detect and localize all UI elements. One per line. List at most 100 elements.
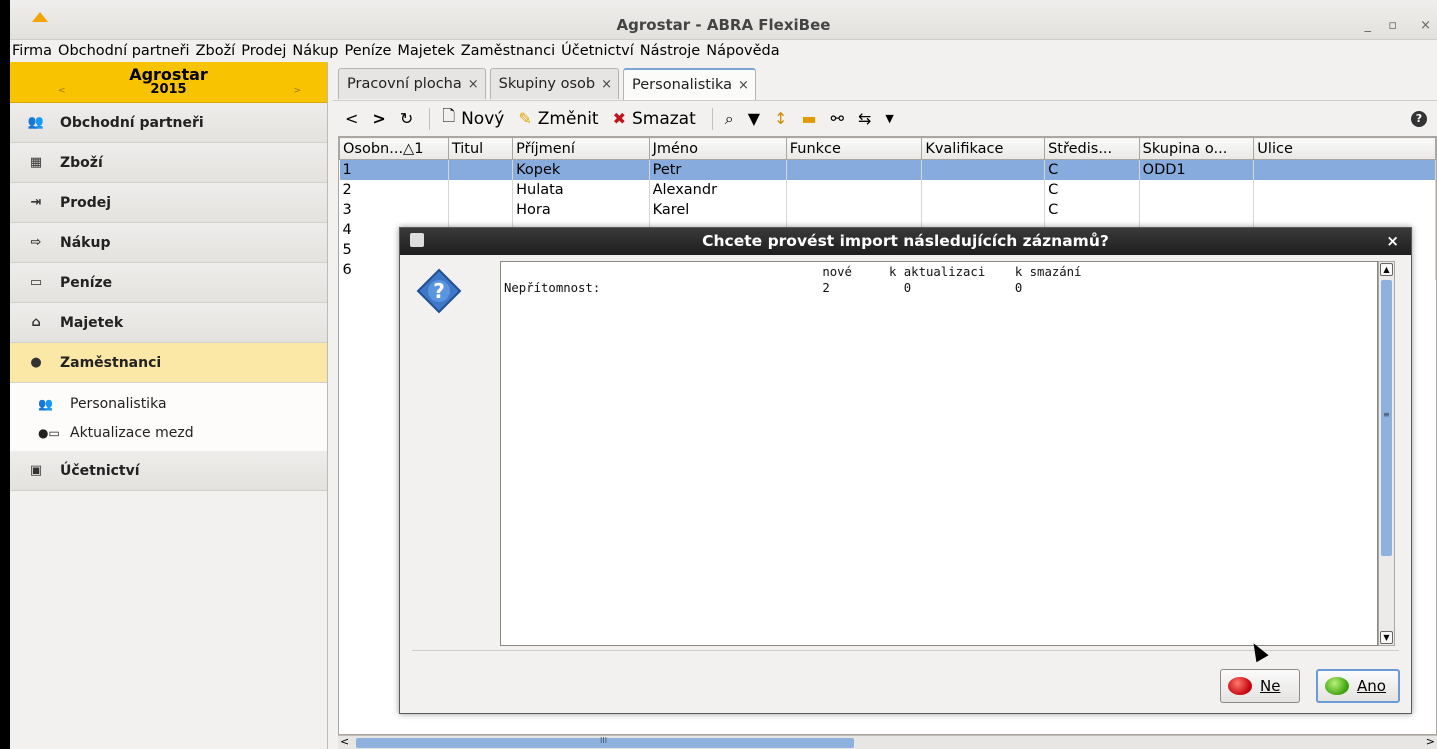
sort-icon[interactable]: ↕ — [774, 109, 787, 128]
sidebar-subitem-aktualizace-mezd[interactable]: ●▭ Aktualizace mezd — [10, 418, 327, 447]
scroll-up-icon[interactable]: ▲ — [1380, 263, 1393, 276]
menu-ucetnictvi[interactable]: Účetnictví — [561, 43, 634, 59]
sidebar-item-ucetnictvi[interactable]: ▣ Účetnictví — [10, 451, 327, 491]
new-button[interactable]: 🗋 Nový — [442, 105, 504, 132]
column-header[interactable]: Středis... — [1044, 137, 1140, 160]
prev-year-button[interactable]: < — [58, 86, 66, 96]
application-window: Agrostar - ABRA FlexiBee _ ▫ × Firma Obc… — [0, 0, 1437, 749]
column-header[interactable]: Jméno — [648, 137, 787, 160]
sidebar-subitem-personalistika[interactable]: 👥 Personalistika — [10, 389, 327, 418]
table-cell: 2 — [339, 179, 449, 200]
table-cell: C — [1044, 159, 1140, 180]
menu-napoveda[interactable]: Nápověda — [706, 43, 779, 59]
sidebar-item-penize[interactable]: ▭ Peníze — [10, 263, 327, 303]
sidebar-item-label: Obchodní partneři — [60, 114, 204, 131]
search-icon[interactable]: ⌕ — [725, 109, 734, 129]
tab-close-button[interactable]: × — [601, 77, 612, 92]
back-button[interactable]: < — [345, 109, 358, 128]
table-cell: 1 — [339, 159, 449, 180]
yes-button[interactable]: Ano — [1316, 669, 1400, 703]
tab-label: Pracovní plocha — [347, 76, 462, 92]
menu-nakup[interactable]: Nákup — [292, 43, 338, 59]
next-year-button[interactable]: > — [293, 86, 301, 96]
menu-majetek[interactable]: Majetek — [397, 43, 454, 59]
table-cell: Hulata — [512, 179, 650, 200]
filter-icon[interactable]: ▼ — [748, 109, 760, 128]
company-name: Agrostar — [129, 65, 208, 84]
menu-obchodni-partneri[interactable]: Obchodní partneři — [58, 43, 190, 59]
scroll-right-icon[interactable]: > — [1426, 735, 1435, 748]
table-row[interactable]: 2 Hulata Alexandr C — [339, 179, 1436, 200]
tab-pracovni-plocha[interactable]: Pracovní plocha × — [338, 68, 486, 99]
delete-button-label: Smazat — [631, 108, 696, 129]
toolbar-separator — [429, 107, 431, 130]
table-cell — [786, 199, 923, 220]
sidebar-item-majetek[interactable]: ⌂ Majetek — [10, 303, 327, 343]
table-cell: 3 — [339, 199, 449, 220]
delete-button[interactable]: ✖ Smazat — [613, 109, 696, 129]
no-button[interactable]: Ne — [1220, 669, 1300, 703]
people-icon: 👥 — [38, 396, 53, 411]
sidebar-item-obchodni-partneri[interactable]: 👥 Obchodní partneři — [10, 103, 327, 143]
horizontal-scrollbar[interactable]: < III > — [338, 735, 1437, 749]
tab-close-button[interactable]: × — [738, 78, 749, 93]
menu-penize[interactable]: Peníze — [344, 43, 391, 59]
company-selector[interactable]: Agrostar 2015 < > — [10, 62, 327, 103]
edit-button[interactable]: ✎ Změnit — [518, 109, 598, 129]
menu-bar: Firma Obchodní partneři Zboží Prodej Nák… — [10, 40, 1437, 62]
import-summary-text[interactable]: nové k aktualizaci k smazání Nepřítomnos… — [500, 261, 1378, 646]
tab-close-button[interactable]: × — [468, 77, 479, 92]
menu-firma[interactable]: Firma — [12, 43, 52, 59]
table-cell — [448, 179, 514, 200]
chevron-down-icon[interactable]: ▼ — [885, 112, 893, 125]
maximize-button[interactable]: ▫ — [1388, 18, 1397, 33]
delete-icon: ✖ — [612, 109, 626, 128]
column-header[interactable]: Ulice — [1253, 137, 1436, 160]
menu-zbozi[interactable]: Zboží — [196, 43, 236, 59]
menu-zamestnanci[interactable]: Zaměstnanci — [461, 43, 555, 59]
sidebar-item-label: Účetnictví — [60, 462, 140, 479]
goods-icon: ▦ — [29, 155, 43, 170]
table-cell: C — [1044, 199, 1140, 220]
table-cell — [786, 179, 923, 200]
sidebar-subnav: 👥 Personalistika ●▭ Aktualizace mezd — [10, 383, 327, 451]
sidebar-item-prodej[interactable]: ⇥ Prodej — [10, 183, 327, 223]
column-header[interactable]: Osobn...△1 — [339, 137, 449, 160]
table-header: Osobn...△1 Titul Příjmení Jméno Funkce K… — [339, 137, 1436, 160]
column-header[interactable]: Kvalifikace — [921, 137, 1046, 160]
payroll-icon: ●▭ — [38, 425, 60, 440]
sidebar-item-zbozi[interactable]: ▦ Zboží — [10, 143, 327, 183]
menu-prodej[interactable]: Prodej — [241, 43, 286, 59]
minimize-button[interactable]: _ — [1365, 18, 1372, 33]
help-icon[interactable]: ? — [1411, 111, 1427, 127]
sidebar-item-zamestnanci[interactable]: ● Zaměstnanci — [10, 343, 327, 383]
sale-icon: ⇥ — [30, 195, 42, 210]
dialog-close-button[interactable]: × — [1386, 232, 1399, 250]
print-icon[interactable]: ▬ — [801, 109, 816, 128]
property-icon: ⌂ — [31, 315, 41, 330]
question-icon: ? — [416, 268, 462, 314]
column-header[interactable]: Příjmení — [512, 137, 650, 160]
accounting-icon: ▣ — [29, 463, 43, 478]
forward-button[interactable]: > — [372, 109, 385, 128]
sidebar-item-nakup[interactable]: ⇨ Nákup — [10, 223, 327, 263]
tab-personalistika[interactable]: Personalistika × — [623, 68, 756, 100]
refresh-button[interactable]: ↻ — [400, 109, 413, 128]
table-row[interactable]: 3 Hora Karel C — [339, 199, 1436, 220]
menu-nastroje[interactable]: Nástroje — [640, 43, 700, 59]
scroll-left-icon[interactable]: < — [340, 735, 349, 748]
table-cell — [448, 199, 514, 220]
scrollbar-grip-icon: III — [600, 736, 608, 745]
column-header[interactable]: Funkce — [785, 137, 923, 160]
close-window-button[interactable]: × — [1420, 18, 1431, 33]
tab-skupiny-osob[interactable]: Skupiny osob × — [489, 68, 620, 99]
dialog-title: Chcete provést import následujících zázn… — [702, 232, 1109, 250]
link-icon[interactable]: ⚯ — [831, 109, 844, 128]
scroll-down-icon[interactable]: ▼ — [1380, 631, 1393, 644]
vertical-scrollbar[interactable]: ▲ ≡ ▼ — [1378, 261, 1395, 646]
tab-label: Skupiny osob — [498, 76, 596, 92]
column-header[interactable]: Titul — [447, 137, 514, 160]
table-row[interactable]: 1 Kopek Petr C ODD1 — [339, 159, 1436, 180]
import-export-icon[interactable]: ⇆ — [858, 109, 871, 128]
column-header[interactable]: Skupina o... — [1138, 137, 1255, 160]
